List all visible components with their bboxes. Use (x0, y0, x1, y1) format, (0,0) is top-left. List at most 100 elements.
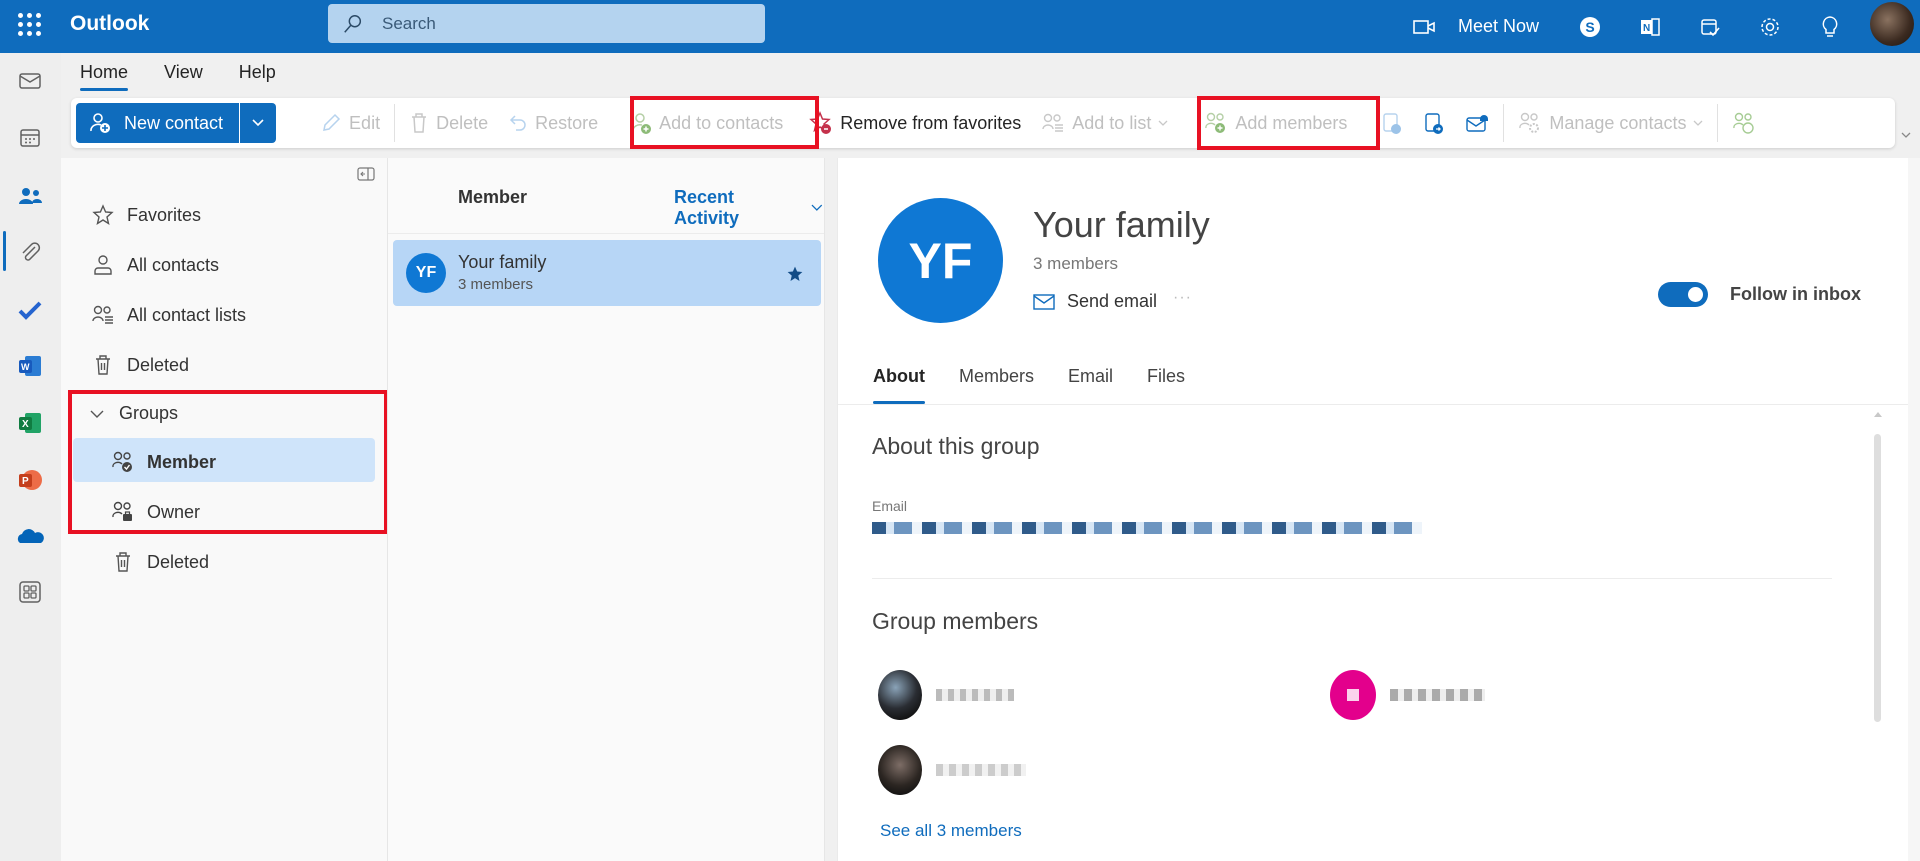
contact-sync-button[interactable] (1722, 103, 1766, 143)
svg-text:W: W (21, 362, 30, 372)
delete-button[interactable]: Delete (399, 103, 498, 143)
sort-dropdown[interactable]: Recent Activity (674, 187, 824, 229)
member-item[interactable] (1330, 670, 1485, 720)
nav-all-contact-lists-label: All contact lists (127, 304, 247, 325)
search-icon (344, 15, 362, 33)
settings-gear-icon[interactable] (1755, 12, 1785, 42)
group-title: Your family (1033, 204, 1210, 245)
scroll-up-arrow-icon[interactable] (1873, 410, 1883, 418)
email-label: Email (872, 498, 908, 514)
tab-members[interactable]: Members (959, 366, 1034, 387)
send-email-button[interactable]: Send email (1033, 291, 1157, 312)
calendar-check-icon[interactable] (1695, 12, 1725, 42)
ribbon-expand-chevron-icon[interactable] (1900, 130, 1912, 140)
new-contact-dropdown[interactable] (240, 118, 276, 128)
contact-list-icon (91, 303, 115, 327)
onenote-icon[interactable]: N (1635, 12, 1665, 42)
new-contact-label: New contact (124, 112, 224, 133)
more-options-button[interactable]: ··· (1173, 289, 1192, 307)
skype-icon[interactable]: S (1575, 12, 1605, 42)
member-item[interactable] (878, 670, 1014, 720)
mail-bell-icon (1466, 115, 1489, 132)
chevron-down-icon (252, 119, 264, 127)
member-name-redacted (936, 689, 1014, 701)
top-bar: Outlook Search Meet Now S N (0, 0, 1920, 53)
remove-from-favorites-label: Remove from favorites (840, 112, 1022, 133)
list-item[interactable]: YF Your family 3 members (393, 240, 821, 306)
pencil-icon (323, 113, 341, 131)
nav-all-contact-lists[interactable]: All contact lists (91, 303, 246, 327)
restore-label: Restore (535, 112, 599, 133)
member-avatar (878, 670, 922, 720)
add-to-list-button[interactable]: Add to list (1031, 103, 1178, 143)
calendar-icon[interactable] (15, 123, 45, 153)
right-edge (1908, 158, 1920, 861)
nav-favorites[interactable]: Favorites (91, 203, 201, 227)
todo-icon[interactable] (15, 295, 45, 325)
manage-contacts-icon (1519, 112, 1540, 133)
remove-from-favorites-button[interactable]: Remove from favorites (799, 103, 1031, 143)
tab-view[interactable]: View (164, 62, 203, 89)
favorite-star-icon[interactable] (786, 265, 804, 283)
person-icon (91, 253, 115, 277)
attachment-icon[interactable] (15, 238, 45, 268)
see-all-members-link[interactable]: See all 3 members (880, 821, 1022, 841)
tab-email[interactable]: Email (1068, 366, 1113, 387)
member-avatar (878, 745, 922, 795)
more-apps-icon[interactable] (15, 577, 45, 607)
email-value-redacted[interactable] (872, 522, 1422, 534)
search-box[interactable]: Search (328, 4, 765, 43)
tab-about[interactable]: About (873, 366, 925, 387)
follow-label: Follow in inbox (1730, 284, 1861, 304)
profile-avatar[interactable] (1870, 2, 1914, 46)
member-name-redacted (1390, 689, 1485, 701)
send-email-label: Send email (1067, 291, 1158, 311)
ribbon-tabs: Home View Help (80, 62, 276, 91)
follow-toggle[interactable] (1658, 282, 1708, 307)
mail-notify-button[interactable] (1455, 103, 1499, 143)
divider (1503, 104, 1505, 142)
nav-deleted[interactable]: Deleted (91, 353, 189, 377)
nav-all-contacts-label: All contacts (127, 254, 220, 275)
powerpoint-icon[interactable]: P (15, 465, 45, 495)
group-name: Your family (458, 252, 547, 272)
word-icon[interactable]: W (15, 351, 45, 381)
scrollbar-thumb[interactable] (1874, 434, 1881, 722)
onedrive-icon[interactable] (15, 521, 45, 551)
people-sync-icon (1733, 112, 1755, 134)
restore-button[interactable]: Restore (498, 103, 608, 143)
meet-now-label: Meet Now (1458, 16, 1540, 36)
lightbulb-icon[interactable] (1815, 12, 1845, 42)
divider (838, 404, 1908, 405)
video-camera-icon (1413, 19, 1435, 34)
new-contact-button[interactable]: New contact (76, 103, 241, 143)
nav-groups-deleted[interactable]: Deleted (111, 550, 209, 574)
member-avatar (1330, 670, 1376, 720)
contact-list-icon (1042, 113, 1064, 132)
nav-deleted-label: Deleted (127, 354, 190, 375)
export-icon (1425, 113, 1444, 134)
add-person-icon (90, 113, 110, 133)
share-contact-icon (1383, 113, 1402, 134)
divider (388, 233, 824, 234)
app-name[interactable]: Outlook (70, 12, 149, 36)
export-contact-button[interactable] (1413, 103, 1455, 143)
mail-icon[interactable] (15, 66, 45, 96)
nav-all-contacts[interactable]: All contacts (91, 253, 219, 277)
manage-contacts-button[interactable]: Manage contacts (1508, 103, 1713, 143)
highlight-groups (68, 390, 388, 534)
new-contact-split-button: New contact (76, 103, 277, 143)
meet-now-button[interactable]: Meet Now (1412, 0, 1539, 53)
tab-help[interactable]: Help (239, 62, 276, 89)
app-launcher-icon[interactable] (18, 13, 42, 37)
mail-icon (1033, 293, 1055, 310)
people-icon[interactable] (15, 181, 45, 211)
excel-icon[interactable]: X (15, 408, 45, 438)
tab-files[interactable]: Files (1147, 366, 1185, 387)
tab-home[interactable]: Home (80, 62, 129, 91)
app-rail: W X P (0, 53, 61, 861)
edit-button[interactable]: Edit (310, 103, 390, 143)
collapse-pane-icon[interactable] (357, 166, 375, 182)
member-item[interactable] (878, 745, 1026, 795)
manage-contacts-label: Manage contacts (1549, 112, 1687, 133)
